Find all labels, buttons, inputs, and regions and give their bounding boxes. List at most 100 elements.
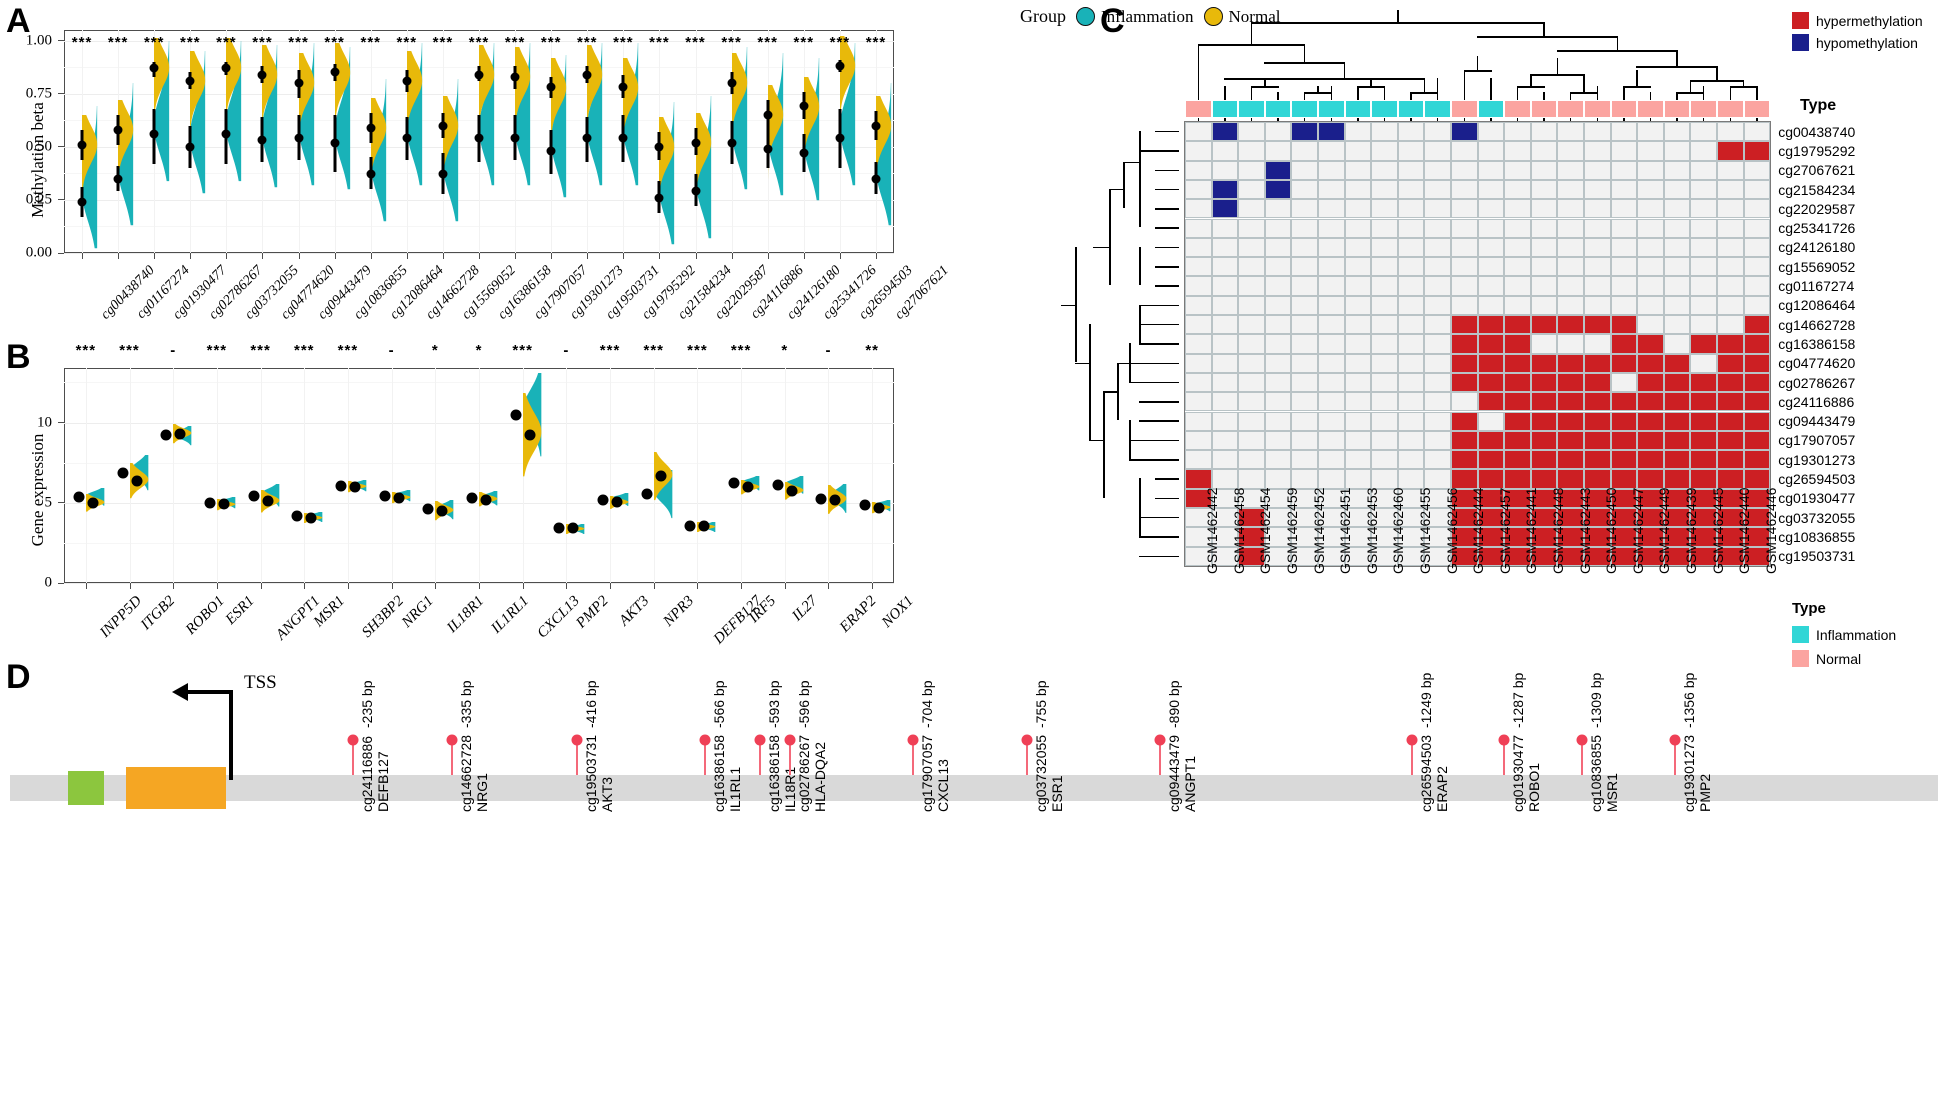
lollipop-head: [1406, 734, 1418, 746]
heatmap-row-label: cg16386158: [1778, 335, 1856, 352]
lollipop-head: [1669, 734, 1681, 746]
heatmap-cell: [1743, 315, 1771, 335]
lollipop-cpg-id: cg10836855: [1588, 734, 1604, 812]
heatmap-cell: [1477, 450, 1505, 470]
heatmap-cell: [1504, 276, 1531, 296]
x-tick-mark: [551, 253, 553, 259]
heatmap-cell: [1663, 469, 1691, 489]
heatmap-cell: [1318, 295, 1345, 315]
mean-point: [546, 82, 556, 92]
y-tick-mark: [58, 252, 64, 254]
legend-swatch-normal: [1203, 7, 1223, 26]
heatmap-cell: [1211, 411, 1239, 431]
dendrogram-segment: [1543, 22, 1545, 36]
heatmap-cell: [1690, 353, 1717, 373]
heatmap-cell: [1504, 334, 1531, 354]
violin-normal: [515, 46, 531, 141]
heatmap-cell: [1451, 237, 1478, 258]
heatmap-cell: [1371, 315, 1398, 335]
lollipop-gene-name: IL1RL1: [727, 766, 744, 812]
heatmap-cell: [1397, 122, 1425, 142]
dendrogram-segment: [1155, 478, 1179, 480]
heatmap-cell: [1397, 372, 1425, 393]
heatmap-cell: [1584, 450, 1611, 470]
heatmap-column-label: GSM1462447: [1629, 487, 1646, 574]
heatmap-cell: [1557, 372, 1584, 393]
x-tick-mark: [298, 253, 300, 259]
dendrogram-segment: [1729, 86, 1758, 88]
mean-point: [553, 522, 565, 534]
heatmap-cell: [1264, 469, 1292, 489]
mean-point: [763, 144, 773, 154]
heatmap-row-label: cg04774620: [1778, 355, 1856, 372]
heatmap-cell: [1504, 199, 1531, 219]
dendrogram-segment: [1139, 343, 1179, 345]
heatmap-cell: [1451, 276, 1478, 296]
heatmap-cell: [1743, 334, 1771, 354]
dendrogram-segment: [1250, 22, 1545, 24]
heatmap-cell: [1477, 411, 1505, 431]
heatmap-cell: [1318, 315, 1345, 335]
mean-point: [402, 76, 412, 86]
heatmap-cell: [1557, 179, 1584, 200]
heatmap-cell: [1610, 179, 1638, 200]
heatmap-cell: [1211, 295, 1239, 315]
heatmap-cell: [1504, 257, 1531, 277]
heatmap-cell: [1211, 237, 1239, 258]
dendrogram-segment: [1089, 323, 1091, 440]
heatmap-cell: [1211, 392, 1239, 412]
heatmap-cell: [1451, 372, 1478, 393]
mean-point: [174, 428, 186, 440]
x-tick-mark: [479, 583, 480, 589]
mean-point: [763, 110, 773, 120]
dendrogram-segment: [1583, 74, 1585, 92]
heatmap-cell: [1185, 372, 1212, 393]
heatmap-cell: [1504, 469, 1531, 489]
mean-point: [393, 492, 405, 504]
heatmap-row-label: cg25341726: [1778, 220, 1856, 237]
heatmap-cell: [1397, 179, 1425, 200]
heatmap-cell: [1185, 122, 1212, 142]
dendrogram-segment: [1109, 188, 1111, 286]
heatmap-cell: [1397, 334, 1425, 354]
dendrogram-segment: [1676, 50, 1678, 66]
heatmap-cell: [1318, 411, 1345, 431]
heatmap-cell: [1717, 141, 1744, 161]
type-annotation-cell: [1211, 100, 1239, 118]
lollipop-head: [571, 734, 583, 746]
heatmap-cell: [1371, 372, 1398, 393]
heatmap-cell: [1557, 353, 1584, 373]
y-tick-mark: [58, 422, 64, 424]
y-tick-mark: [58, 40, 64, 42]
heatmap-cell: [1264, 430, 1292, 451]
significance-marker: ***: [793, 34, 815, 51]
heatmap-cell: [1371, 122, 1398, 142]
heatmap-cell: [1477, 430, 1505, 451]
heatmap-cell: [1291, 122, 1318, 142]
x-tick-mark: [587, 253, 589, 259]
heatmap-cell: [1371, 179, 1398, 200]
lollipop-cpg-id: cg24116886: [359, 735, 375, 812]
heatmap-cell: [1663, 353, 1691, 373]
x-gridline: [85, 368, 87, 583]
lollipop-bp-label: -566 bp: [711, 680, 727, 728]
heatmap-cell: [1610, 315, 1638, 335]
mean-point: [221, 63, 231, 73]
mean-point: [204, 497, 216, 509]
heatmap-cell: [1743, 450, 1771, 470]
mean-point: [77, 197, 87, 207]
significance-marker: ***: [599, 342, 621, 359]
heatmap-cell: [1743, 237, 1771, 258]
heatmap-cell: [1424, 237, 1451, 258]
lollipop-bp-label: -235 bp: [359, 680, 375, 728]
heatmap-cell: [1504, 179, 1531, 200]
heatmap-cell: [1584, 469, 1611, 489]
significance-marker: ***: [180, 34, 201, 51]
lollipop-gene-name: CXCL13: [935, 759, 952, 812]
heatmap-cell: [1291, 218, 1318, 238]
heatmap-cell: [1530, 334, 1558, 354]
lollipop-head: [1576, 734, 1588, 746]
x-tick-mark: [784, 583, 786, 589]
dendrogram-segment: [1139, 323, 1179, 326]
heatmap-column-label: GSM1462457: [1496, 487, 1513, 574]
